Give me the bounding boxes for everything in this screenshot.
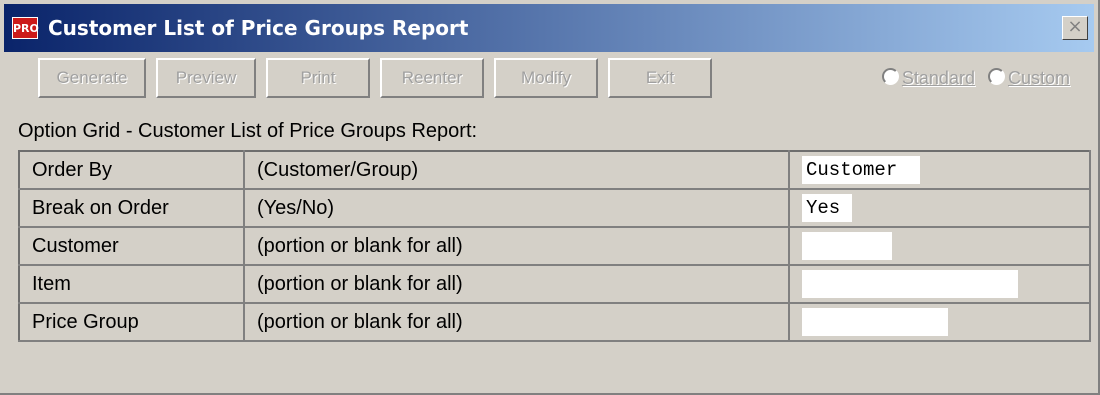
standard-radio[interactable] [881, 68, 899, 85]
reenter-button[interactable]: Reenter [380, 58, 484, 98]
app-logo-icon: PRO [12, 17, 39, 39]
option-value-cell[interactable]: Yes [788, 188, 1091, 228]
option-value-cell[interactable] [788, 302, 1091, 342]
option-hint: (Yes/No) [243, 188, 790, 228]
report-window: PRO Customer List of Price Groups Report… [0, 0, 1100, 395]
standard-radio-label[interactable]: Standard [902, 68, 975, 88]
option-label: Customer [18, 226, 245, 266]
option-row-price-group: Price Group (portion or blank for all) [18, 302, 1091, 342]
option-row-item: Item (portion or blank for all) [18, 264, 1091, 304]
option-label: Break on Order [18, 188, 245, 228]
generate-button[interactable]: Generate [38, 58, 146, 98]
option-label: Item [18, 264, 245, 304]
print-button[interactable]: Print [266, 58, 370, 98]
option-value-cell[interactable] [788, 264, 1091, 304]
option-hint: (portion or blank for all) [243, 226, 790, 266]
item-field[interactable] [802, 270, 1018, 298]
option-value-cell[interactable] [788, 226, 1091, 266]
option-row-customer: Customer (portion or blank for all) [18, 226, 1091, 266]
option-grid: Order By (Customer/Group) Customer Break… [18, 150, 1091, 342]
option-hint: (portion or blank for all) [243, 264, 790, 304]
break-on-order-field[interactable]: Yes [802, 194, 852, 222]
option-grid-title: Option Grid - Customer List of Price Gro… [18, 120, 478, 142]
title-bar[interactable]: PRO Customer List of Price Groups Report… [4, 4, 1094, 52]
customer-field[interactable] [802, 232, 892, 260]
report-mode-radio-group: Standard Custom [881, 68, 1070, 89]
option-row-break-on-order: Break on Order (Yes/No) Yes [18, 188, 1091, 228]
exit-button[interactable]: Exit [608, 58, 712, 98]
order-by-field[interactable]: Customer [802, 156, 920, 184]
preview-button[interactable]: Preview [156, 58, 256, 98]
custom-radio-label[interactable]: Custom [1008, 68, 1070, 88]
option-row-order-by: Order By (Customer/Group) Customer [18, 150, 1091, 190]
modify-button[interactable]: Modify [494, 58, 598, 98]
price-group-field[interactable] [802, 308, 948, 336]
custom-radio[interactable] [987, 68, 1005, 85]
window-title: Customer List of Price Groups Report [48, 16, 469, 40]
option-hint: (Customer/Group) [243, 150, 790, 190]
option-hint: (portion or blank for all) [243, 302, 790, 342]
option-label: Order By [18, 150, 245, 190]
close-icon[interactable]: × [1062, 16, 1088, 40]
option-value-cell[interactable]: Customer [788, 150, 1091, 190]
option-label: Price Group [18, 302, 245, 342]
